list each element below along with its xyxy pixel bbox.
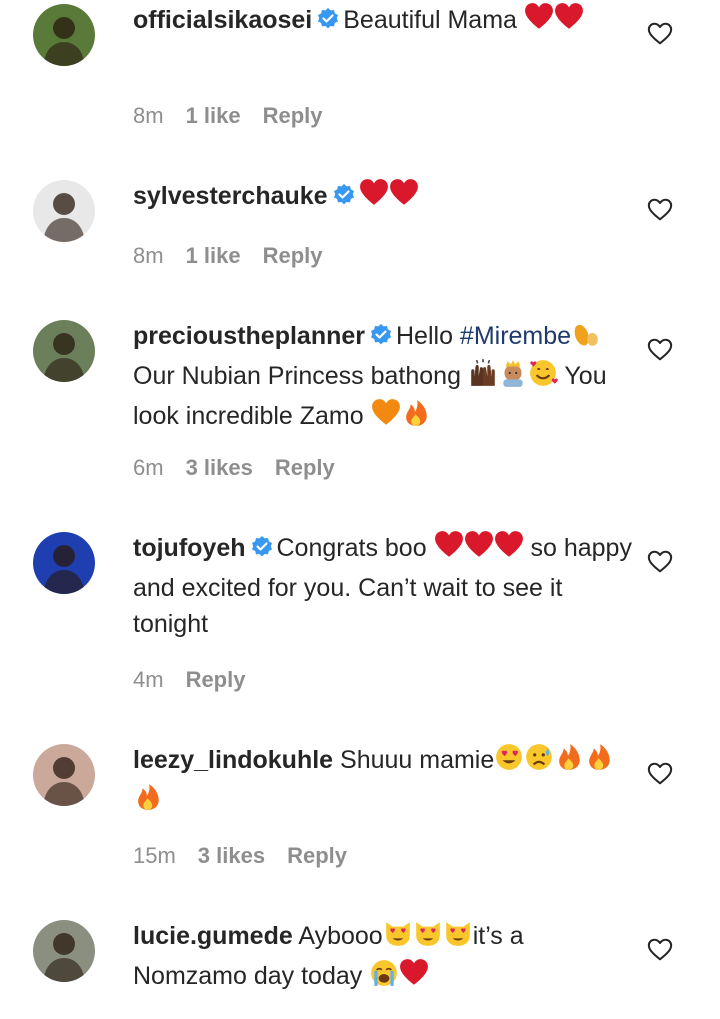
timestamp: 8m	[133, 103, 164, 128]
heart-outline-icon[interactable]	[647, 937, 673, 963]
orange-heart-icon	[371, 398, 401, 438]
likes-count-button[interactable]: 1 like	[186, 103, 241, 128]
verified-badge-icon	[332, 181, 356, 217]
leaf-icon	[571, 318, 601, 358]
timestamp: 4m	[133, 667, 164, 692]
timestamp: 6m	[133, 455, 164, 480]
crying-icon	[369, 958, 399, 998]
fire-icon	[401, 398, 431, 438]
comment-text: sylvesterchauke	[133, 178, 633, 218]
comment-body: Hello	[396, 322, 460, 350]
red-heart-icon	[524, 2, 554, 42]
avatar[interactable]	[33, 320, 95, 382]
hashtag-link[interactable]: #Mirembe	[460, 322, 571, 350]
heart-outline-icon[interactable]	[647, 197, 673, 223]
red-heart-icon	[434, 530, 464, 570]
sad-sweat-icon	[524, 742, 554, 782]
smiling-hearts-icon	[528, 358, 558, 398]
reply-button[interactable]: Reply	[263, 103, 323, 128]
comment-text: precioustheplanner Hello #Mirembe Our Nub…	[133, 318, 633, 438]
comment-meta: 6m 3 likes Reply	[133, 455, 357, 481]
comment-meta: 4m Reply	[133, 667, 267, 693]
red-heart-icon	[359, 178, 389, 218]
comment-body: Our Nubian Princess bathong	[133, 362, 468, 390]
avatar[interactable]	[33, 532, 95, 594]
comment-meta: 8m 1 like Reply	[133, 243, 345, 269]
verified-badge-icon	[369, 321, 393, 357]
likes-count-button[interactable]: 3 likes	[186, 455, 253, 480]
username-link[interactable]: sylvesterchauke	[133, 182, 328, 210]
username-link[interactable]: precioustheplanner	[133, 322, 365, 350]
username-link[interactable]: tojufoyeh	[133, 534, 246, 562]
heart-eyes-cat-icon	[443, 918, 473, 958]
heart-eyes-cat-icon	[413, 918, 443, 958]
comment-body: Congrats boo	[276, 534, 434, 562]
fire-icon	[584, 742, 614, 782]
red-heart-icon	[494, 530, 524, 570]
comment-meta: 15m 3 likes Reply	[133, 843, 369, 869]
comment-text: officialsikaosei Beautiful Mama	[133, 2, 633, 42]
heart-eyes-icon	[494, 742, 524, 782]
heart-eyes-cat-icon	[383, 918, 413, 958]
likes-count-button[interactable]: 3 likes	[198, 843, 265, 868]
avatar[interactable]	[33, 744, 95, 806]
fire-icon	[554, 742, 584, 782]
username-link[interactable]: lucie.gumede	[133, 922, 293, 950]
reply-button[interactable]: Reply	[263, 243, 323, 268]
red-heart-icon	[554, 2, 584, 42]
reply-button[interactable]: Reply	[287, 843, 347, 868]
heart-outline-icon[interactable]	[647, 337, 673, 363]
heart-outline-icon[interactable]	[647, 21, 673, 47]
timestamp: 8m	[133, 243, 164, 268]
avatar[interactable]	[33, 180, 95, 242]
comment-body: Shuuu mamie	[340, 746, 495, 774]
heart-outline-icon[interactable]	[647, 549, 673, 575]
comment-body: Beautiful Mama	[343, 6, 524, 34]
avatar[interactable]	[33, 4, 95, 66]
red-heart-icon	[464, 530, 494, 570]
reply-button[interactable]: Reply	[275, 455, 335, 480]
princess-icon	[498, 358, 528, 398]
comment-text: lucie.gumede Aybooo it’s a Nomzamo day to…	[133, 918, 633, 998]
comment-body: Aybooo	[298, 922, 383, 950]
comment-text: leezy_lindokuhle Shuuu mamie	[133, 742, 633, 822]
comment-text: tojufoyeh Congrats boo so happy and excit…	[133, 530, 633, 642]
timestamp: 15m	[133, 843, 176, 868]
avatar[interactable]	[33, 920, 95, 982]
username-link[interactable]: leezy_lindokuhle	[133, 746, 333, 774]
raised-hands-icon	[468, 358, 498, 398]
red-heart-icon	[389, 178, 419, 218]
likes-count-button[interactable]: 1 like	[186, 243, 241, 268]
red-heart-icon	[399, 958, 429, 998]
heart-outline-icon[interactable]	[647, 761, 673, 787]
comment-meta: 8m 1 like Reply	[133, 103, 345, 129]
verified-badge-icon	[250, 533, 274, 569]
fire-icon	[133, 782, 163, 822]
reply-button[interactable]: Reply	[186, 667, 246, 692]
verified-badge-icon	[316, 5, 340, 41]
username-link[interactable]: officialsikaosei	[133, 6, 312, 34]
